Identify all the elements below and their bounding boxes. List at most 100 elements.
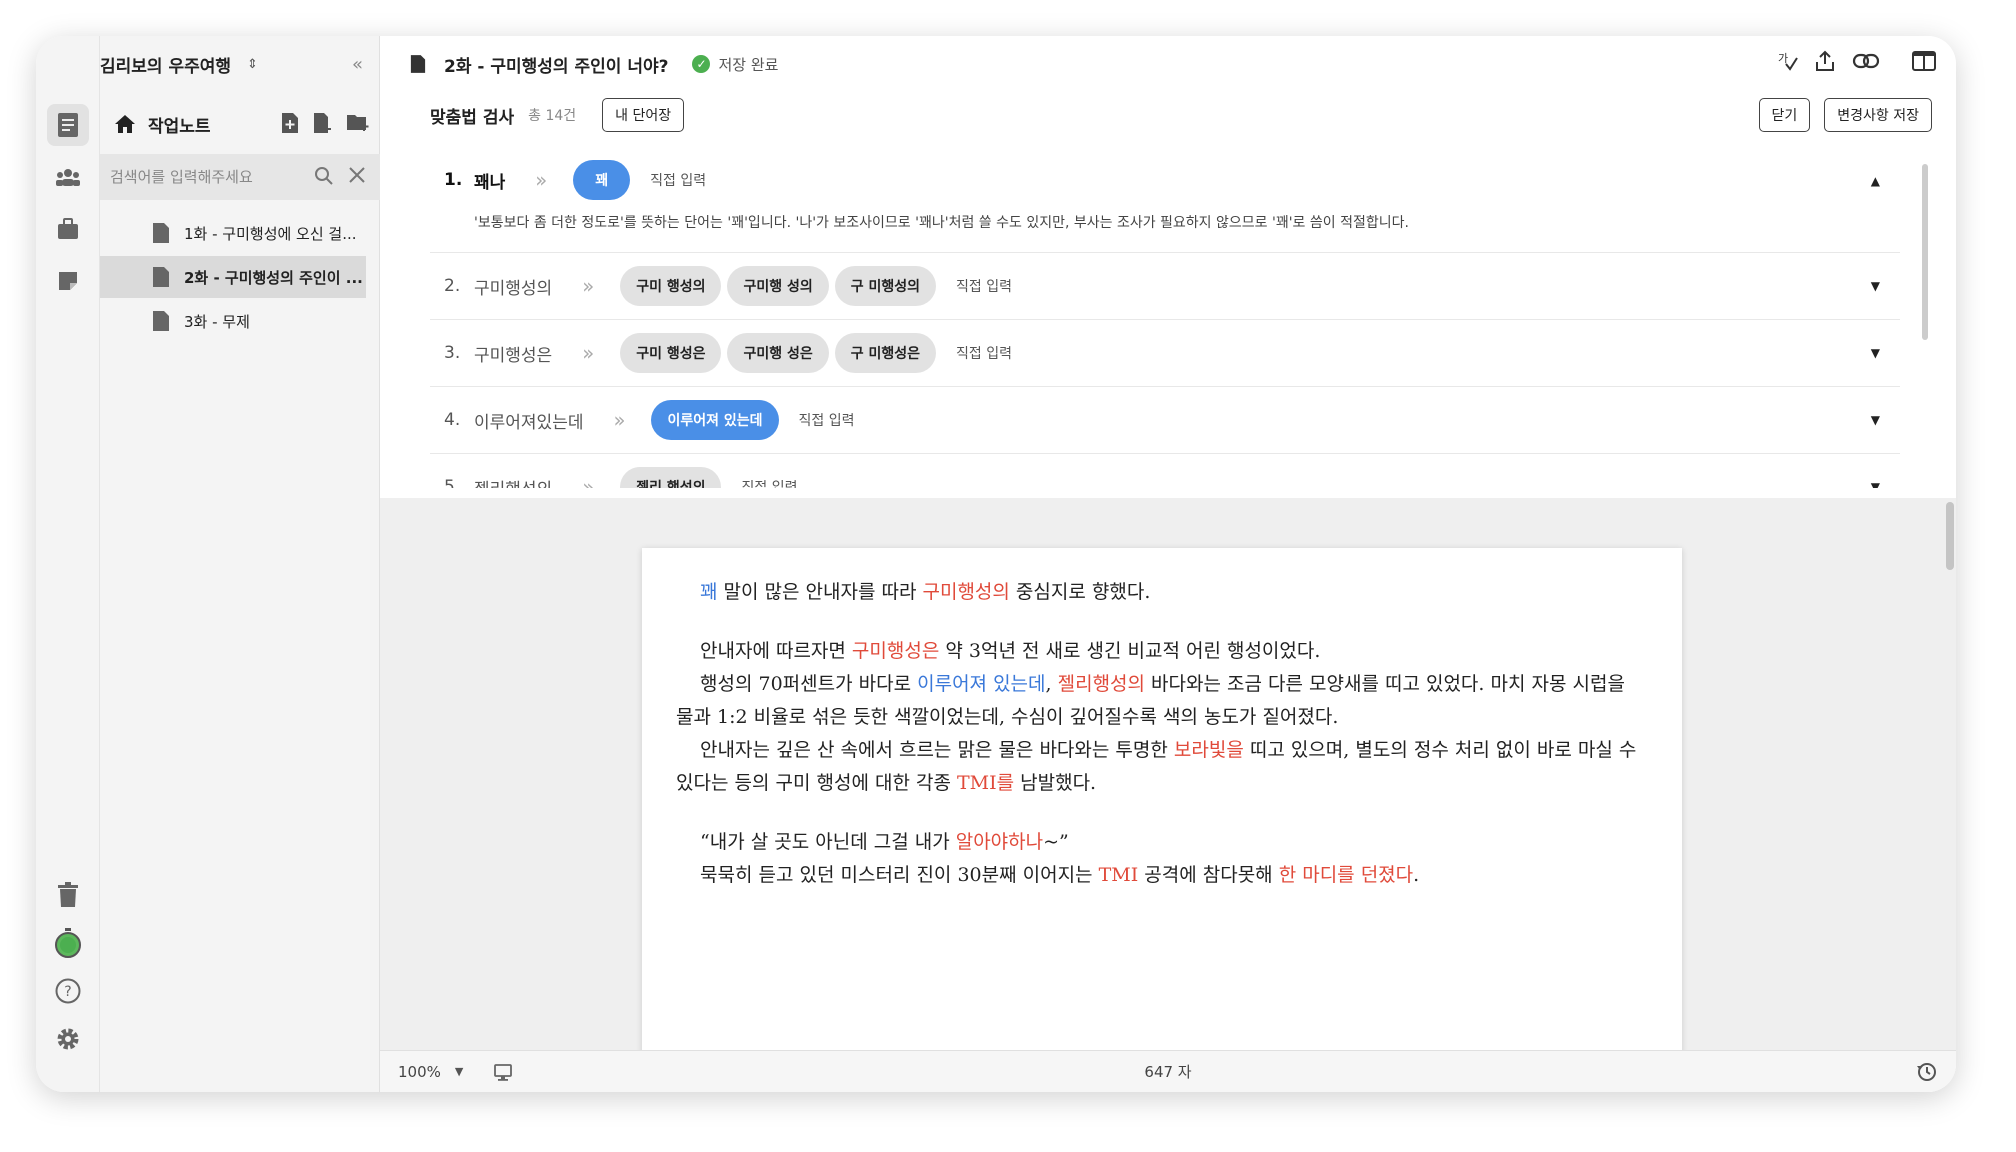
spell-item: 1. 꽤나 ›› 꽤 직접 입력 ▲ '보통보다 좀 더한 정도로'를 뜻하는 …: [430, 148, 1900, 253]
people-icon: [55, 169, 80, 186]
search-icon[interactable]: [314, 166, 334, 186]
monitor-icon[interactable]: [493, 1063, 513, 1081]
document-title: 1화 - 구미행성에 오신 걸...: [184, 224, 357, 243]
error-word[interactable]: 한 마디를 던졌다: [1279, 864, 1413, 886]
svg-text:?: ?: [64, 984, 71, 1000]
direct-input-link[interactable]: 직접 입력: [956, 276, 1012, 296]
spell-item[interactable]: 4. 이루어져있는데 ›› 이루어져 있는데 직접 입력 ▼: [430, 387, 1900, 454]
text-run: 남발했다.: [1014, 772, 1097, 794]
document-icon: [153, 267, 169, 287]
spell-list-scrollbar[interactable]: [1922, 164, 1928, 340]
app-window: ? 김리보의 우주여행 ⇕ « 작업노트 검색어를 입력해주세요 1화 - 구미…: [36, 36, 1956, 1092]
zoom-control[interactable]: 100% ▼: [398, 1063, 513, 1081]
paragraph: 꽤 말이 많은 안내자를 따라 구미행성의 중심지로 향했다.: [676, 576, 1648, 609]
import-document-icon[interactable]: [312, 112, 334, 134]
text-run: .: [1413, 864, 1420, 886]
direct-input-link[interactable]: 직접 입력: [799, 410, 855, 430]
item-word: 구미행성은: [474, 345, 553, 366]
item-number: 5.: [444, 477, 461, 488]
document-list: 1화 - 구미행성에 오신 걸... 2화 - 구미행성의 주인이 ... 3화…: [100, 212, 380, 344]
text-run: ~”: [1043, 831, 1069, 853]
expand-caret-icon[interactable]: ▼: [1871, 480, 1880, 488]
expand-caret-icon[interactable]: ▼: [1871, 346, 1880, 360]
corrected-word[interactable]: 이루어져 있는데: [917, 673, 1045, 695]
help-icon: ?: [55, 978, 81, 1004]
spell-check-header: 맞춤법 검사 총 14건 내 단어장 닫기 변경사항 저장: [380, 92, 1956, 138]
close-button[interactable]: 닫기: [1758, 98, 1811, 132]
error-word[interactable]: TMI: [1099, 864, 1139, 886]
rail-people-button[interactable]: [47, 156, 89, 198]
memo-icon: [58, 272, 77, 290]
suggestion-chip[interactable]: 구 미행성은: [834, 333, 937, 373]
link-icon[interactable]: [1852, 52, 1880, 70]
document-icon: [153, 311, 169, 331]
trash-icon: [58, 882, 78, 907]
document-item-1[interactable]: 1화 - 구미행성에 오신 걸...: [100, 212, 380, 254]
error-word[interactable]: 구미행성의: [922, 581, 1009, 603]
suggestion-chip[interactable]: 꽤: [573, 160, 631, 200]
clear-search-icon[interactable]: [348, 166, 366, 184]
direct-input-link[interactable]: 직접 입력: [741, 477, 797, 488]
help-button[interactable]: ?: [47, 970, 89, 1012]
expand-caret-icon[interactable]: ▼: [1871, 413, 1880, 427]
history-icon[interactable]: [1916, 1061, 1938, 1083]
spell-item[interactable]: 5. 젤리행성의 ›› 젤리 행성의 직접 입력 ▼: [430, 454, 1900, 488]
corrected-word[interactable]: 꽤: [700, 581, 717, 603]
search-input[interactable]: [110, 168, 300, 186]
rail-briefcase-button[interactable]: [47, 208, 89, 250]
double-chevron-icon: ››: [582, 341, 594, 365]
error-word[interactable]: TMI를: [957, 772, 1014, 794]
briefcase-icon: [57, 218, 78, 239]
updown-chevron-icon: ⇕: [247, 56, 258, 72]
spell-check-list: 1. 꽤나 ›› 꽤 직접 입력 ▲ '보통보다 좀 더한 정도로'를 뜻하는 …: [430, 148, 1900, 488]
direct-input-link[interactable]: 직접 입력: [956, 343, 1012, 363]
icon-rail: ?: [36, 36, 100, 1092]
item-number: 4.: [444, 410, 461, 430]
double-chevron-icon: ››: [582, 274, 594, 298]
workspace-title: 작업노트: [148, 116, 211, 137]
suggestion-chip[interactable]: 구미행 성의: [727, 266, 829, 306]
suggestion-chip[interactable]: 이루어져 있는데: [651, 400, 779, 440]
suggestion-chip[interactable]: 구미 행성의: [620, 266, 722, 306]
text-run: 행성의 70퍼센트가 바다로: [700, 673, 918, 695]
document-item-2[interactable]: 2화 - 구미행성의 주인이 ...: [100, 256, 366, 298]
project-switcher[interactable]: 김리보의 우주여행 ⇕: [42, 36, 380, 92]
editor-page[interactable]: 꽤 말이 많은 안내자를 따라 구미행성의 중심지로 향했다. 안내자에 따르자…: [642, 548, 1682, 1050]
my-vocabulary-button[interactable]: 내 단어장: [602, 98, 685, 132]
spell-check-icon[interactable]: 가: [1776, 50, 1798, 72]
paragraph: 묵묵히 듣고 있던 미스터리 진이 30분째 이어지는 TMI 공격에 참다못해…: [676, 859, 1648, 892]
character-count: 647 자: [1144, 1063, 1192, 1081]
suggestion-chip[interactable]: 구미행 성은: [727, 333, 829, 373]
save-changes-button[interactable]: 변경사항 저장: [1824, 98, 1932, 132]
trash-button[interactable]: [47, 874, 89, 916]
item-word: 이루어져있는데: [474, 412, 584, 433]
text-run: 안내자는 깊은 산 속에서 흐르는 맑은 물은 바다와는 투명한: [700, 739, 1174, 761]
collapse-sidebar-icon[interactable]: «: [352, 54, 363, 75]
suggestion-chip[interactable]: 젤리 행성의: [620, 467, 722, 488]
paragraph: 행성의 70퍼센트가 바다로 이루어져 있는데, 젤리행성의 바다와는 조금 다…: [676, 668, 1648, 734]
document-item-3[interactable]: 3화 - 무제: [100, 300, 380, 342]
spell-item[interactable]: 2. 구미행성의 ›› 구미 행성의 구미행 성의 구 미행성의 직접 입력 ▼: [430, 253, 1900, 320]
suggestion-chip[interactable]: 구미 행성은: [620, 333, 722, 373]
new-folder-icon[interactable]: [346, 112, 370, 132]
split-view-icon[interactable]: [1912, 50, 1936, 72]
suggestion-chip[interactable]: 구 미행성의: [834, 266, 937, 306]
document-icon: [153, 223, 169, 243]
settings-button[interactable]: [47, 1018, 89, 1060]
collapse-caret-icon[interactable]: ▲: [1871, 174, 1880, 188]
spell-item[interactable]: 3. 구미행성은 ›› 구미 행성은 구미행 성은 구 미행성은 직접 입력 ▼: [430, 320, 1900, 387]
export-icon[interactable]: [1814, 50, 1836, 72]
expand-caret-icon[interactable]: ▼: [1871, 279, 1880, 293]
rail-memo-button[interactable]: [47, 260, 89, 302]
new-document-icon[interactable]: [280, 112, 300, 134]
item-number: 1.: [444, 170, 463, 190]
direct-input-link[interactable]: 직접 입력: [650, 170, 706, 190]
error-word[interactable]: 젤리행성의: [1058, 673, 1145, 695]
error-word[interactable]: 구미행성은: [852, 640, 939, 662]
rail-notes-button[interactable]: [46, 104, 89, 146]
text-run: 말이 많은 안내자를 따라: [717, 581, 923, 603]
error-word[interactable]: 알아야하나: [956, 831, 1043, 853]
editor-scrollbar[interactable]: [1946, 502, 1954, 570]
error-word[interactable]: 보라빛을: [1174, 739, 1244, 761]
timer-button[interactable]: [47, 922, 89, 964]
